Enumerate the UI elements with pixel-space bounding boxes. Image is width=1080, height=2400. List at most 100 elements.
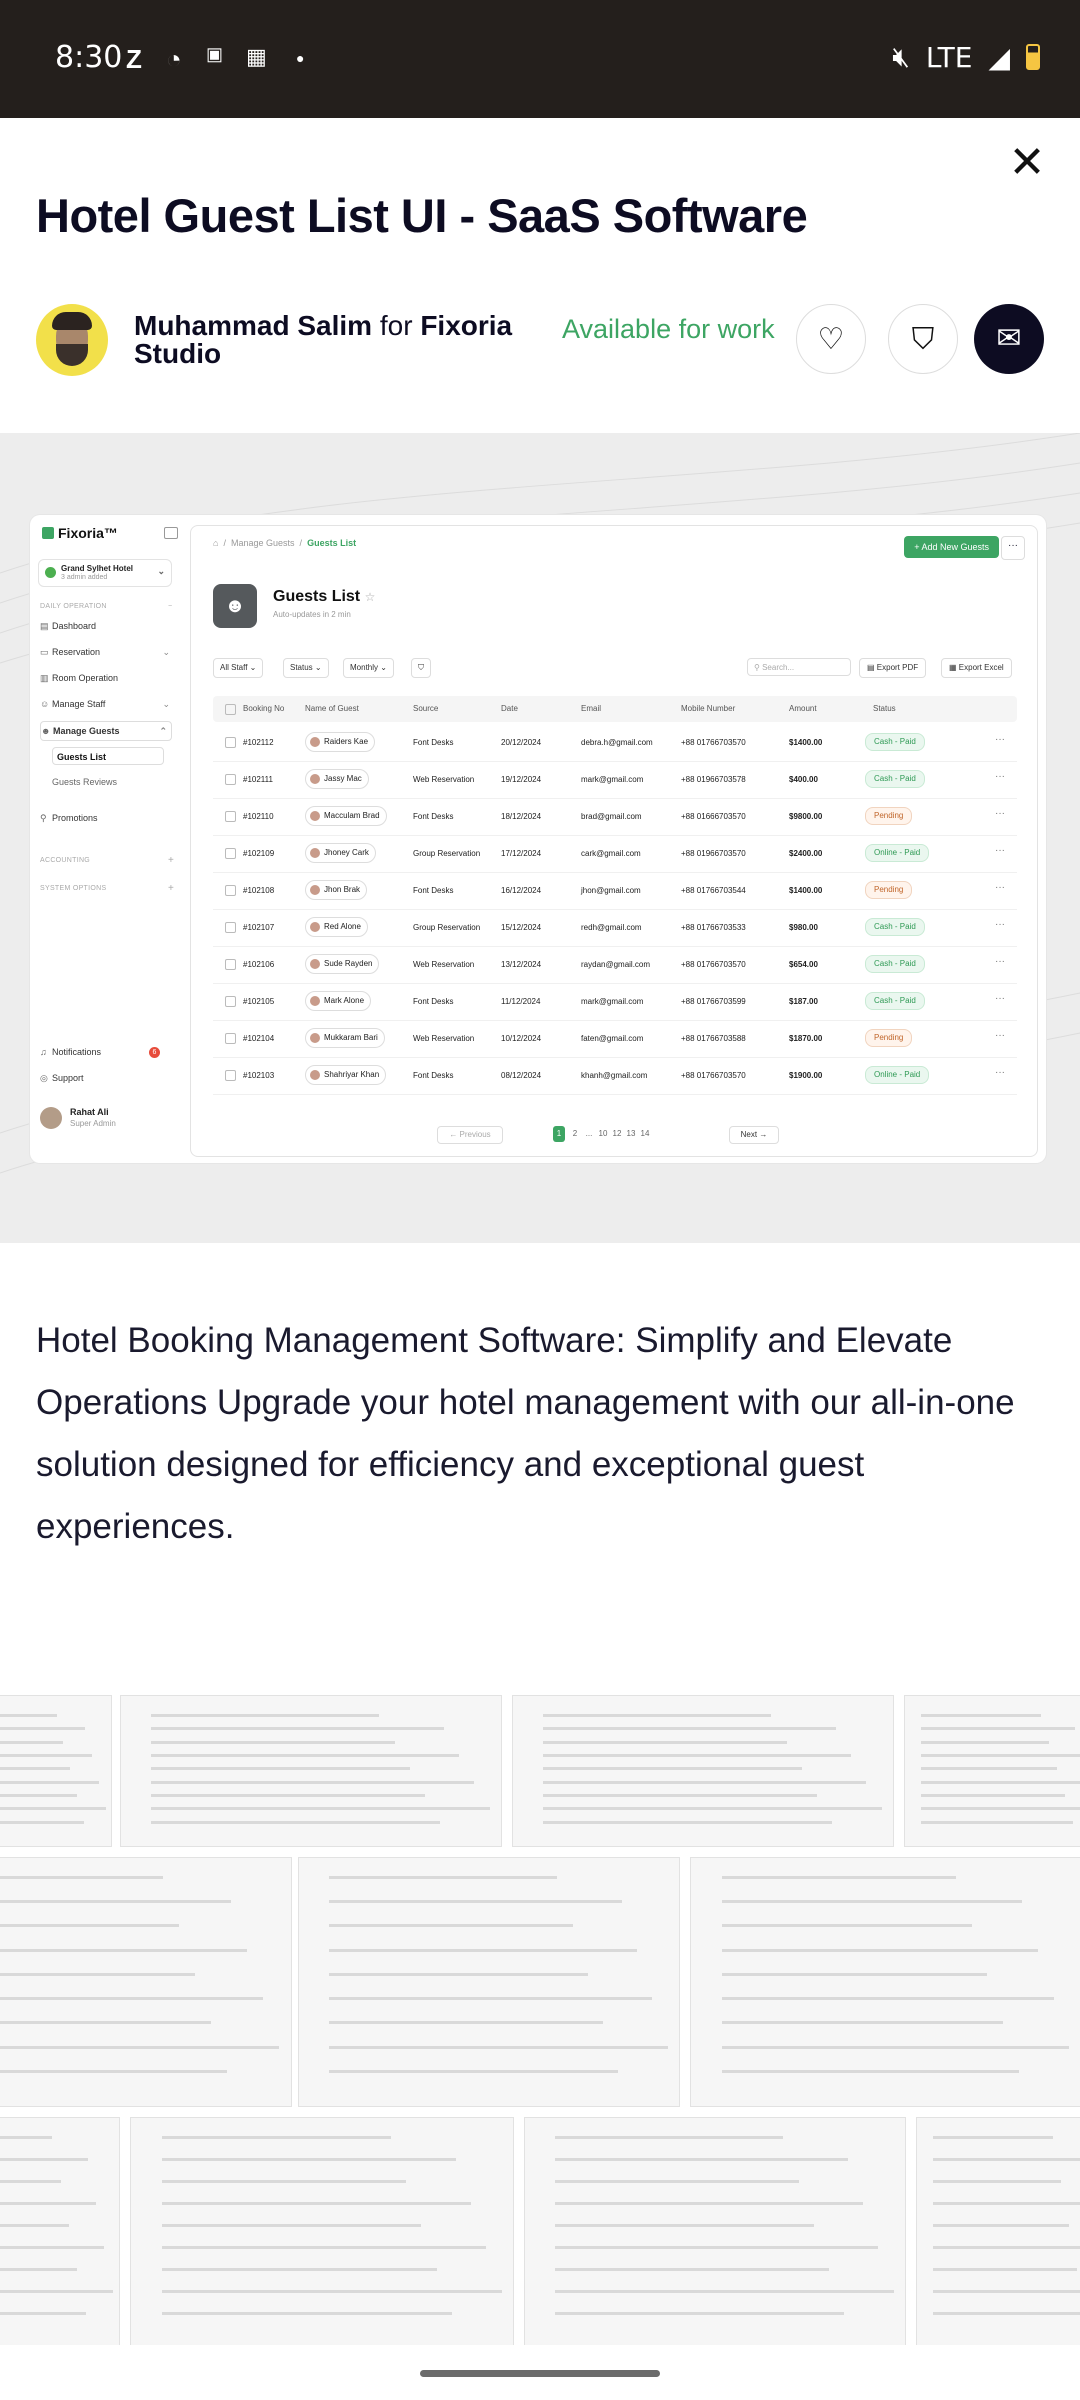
filter-status[interactable]: Status ⌄ [283, 658, 329, 678]
like-button[interactable]: ♡ [796, 304, 866, 374]
table-row[interactable]: #102108 Font Desks 16/12/2024 jhon@gmail.co… [213, 872, 1017, 910]
row-menu-icon[interactable]: ··· [995, 919, 1005, 930]
expand-icon[interactable]: + [168, 855, 174, 866]
row-checkbox[interactable] [225, 1033, 236, 1044]
guest-name-chip[interactable]: Red Alone [305, 917, 368, 937]
row-menu-icon[interactable]: ··· [995, 956, 1005, 967]
page-number[interactable]: 10 [597, 1126, 609, 1142]
page-number[interactable]: 1 [553, 1126, 565, 1142]
guest-avatar [310, 1033, 320, 1043]
gallery-thumbnail[interactable] [0, 1695, 112, 1847]
guest-name-chip[interactable]: Mark Alone [305, 991, 372, 1011]
filter-staff[interactable]: All Staff ⌄ [213, 658, 264, 678]
previous-button[interactable]: ← Previous [437, 1126, 503, 1144]
filter-period[interactable]: Monthly ⌄ [343, 658, 394, 678]
sidebar-item-dashboard[interactable]: ▤ Dashboard [40, 617, 170, 635]
table-row[interactable]: #102112 Font Desks 20/12/2024 debra.h@gmail… [213, 724, 1017, 762]
table-row[interactable]: #102107 Group Reservation 15/12/2024 redh@g… [213, 909, 1017, 947]
guest-name-chip[interactable]: Macculam Brad [305, 806, 387, 826]
gallery-thumbnail[interactable] [0, 1857, 292, 2107]
guest-name-chip[interactable]: Jhon Brak [305, 880, 368, 900]
home-icon[interactable]: ⌂ [213, 538, 218, 548]
row-checkbox[interactable] [225, 922, 236, 933]
guest-name-chip[interactable]: Shahriyar Khan [305, 1065, 387, 1085]
thumbnail-line [0, 1972, 195, 1976]
sidebar-item-promotions[interactable]: ⚲ Promotions [40, 809, 170, 827]
guest-name-chip[interactable]: Mukkaram Bari [305, 1028, 385, 1048]
row-checkbox[interactable] [225, 848, 236, 859]
gallery-thumbnail[interactable] [512, 1695, 894, 1847]
shot-image[interactable]: Fixoria™ Grand Sylhet Hotel 3 admin adde… [0, 433, 1080, 1243]
gallery-thumbnail[interactable] [690, 1857, 1080, 2107]
message-button[interactable]: ✉ [974, 304, 1044, 374]
gallery-thumbnail[interactable] [916, 2117, 1080, 2345]
gallery-thumbnail[interactable] [120, 1695, 502, 1847]
filter-icon[interactable]: ⛉ [411, 658, 431, 678]
guest-name: Mark Alone [324, 996, 365, 1005]
row-checkbox[interactable] [225, 996, 236, 1007]
thumbnail-line [151, 1740, 395, 1744]
page-number[interactable]: 12 [611, 1126, 623, 1142]
export-excel-button[interactable]: ▦ Export Excel [941, 658, 1012, 678]
row-menu-icon[interactable]: ··· [995, 882, 1005, 893]
table-row[interactable]: #102104 Web Reservation 10/12/2024 faten@gm… [213, 1020, 1017, 1058]
row-menu-icon[interactable]: ··· [995, 993, 1005, 1004]
close-icon[interactable]: ✕ [1002, 138, 1052, 188]
guest-name-chip[interactable]: Jhoney Cark [305, 843, 376, 863]
sidebar-toggle-icon[interactable] [164, 527, 178, 539]
logo-icon [42, 527, 54, 539]
page-number[interactable]: 14 [639, 1126, 651, 1142]
table-row[interactable]: #102105 Font Desks 11/12/2024 mark@gmail.co… [213, 983, 1017, 1021]
row-checkbox[interactable] [225, 959, 236, 970]
page-number[interactable]: 2 [569, 1126, 581, 1142]
table-row[interactable]: #102103 Font Desks 08/12/2024 khanh@gmail.c… [213, 1057, 1017, 1095]
save-button[interactable]: ⛉ [888, 304, 958, 374]
row-menu-icon[interactable]: ··· [995, 1067, 1005, 1078]
guest-name-chip[interactable]: Sude Rayden [305, 954, 380, 974]
sidebar-item-manage-guests[interactable]: ☻ Manage Guests ⌃ [40, 721, 172, 741]
row-menu-icon[interactable]: ··· [995, 808, 1005, 819]
author-name[interactable]: Muhammad Salim [134, 310, 372, 341]
export-pdf-button[interactable]: ▤ Export PDF [859, 658, 927, 678]
sidebar-item-room-operation[interactable]: ▥ Room Operation [40, 669, 170, 687]
row-menu-icon[interactable]: ··· [995, 734, 1005, 745]
gallery-thumbnail[interactable] [524, 2117, 906, 2345]
collapse-icon[interactable]: − [168, 603, 172, 610]
more-button[interactable]: ··· [1001, 536, 1025, 560]
gallery-thumbnail[interactable] [298, 1857, 680, 2107]
gallery-thumbnail[interactable] [904, 1695, 1080, 1847]
home-indicator[interactable] [420, 2370, 660, 2377]
guest-name-chip[interactable]: Raiders Kae [305, 732, 376, 752]
table-row[interactable]: #102110 Font Desks 18/12/2024 brad@gmail.co… [213, 798, 1017, 836]
row-checkbox[interactable] [225, 737, 236, 748]
table-row[interactable]: #102111 Web Reservation 19/12/2024 mark@gma… [213, 761, 1017, 799]
table-row[interactable]: #102109 Group Reservation 17/12/2024 cark@g… [213, 835, 1017, 873]
row-menu-icon[interactable]: ··· [995, 1030, 1005, 1041]
expand-icon[interactable]: + [168, 883, 174, 894]
gallery-thumbnail[interactable] [130, 2117, 514, 2345]
select-all-checkbox[interactable] [225, 704, 236, 715]
sidebar-sub-guests-list[interactable]: Guests List [52, 747, 164, 765]
row-checkbox[interactable] [225, 885, 236, 896]
page-number[interactable]: 13 [625, 1126, 637, 1142]
table-row[interactable]: #102106 Web Reservation 13/12/2024 raydan@g… [213, 946, 1017, 984]
author-avatar[interactable] [36, 304, 108, 376]
sidebar-item-notifications[interactable]: ♫ Notifications 6 [40, 1043, 170, 1061]
row-checkbox[interactable] [225, 774, 236, 785]
next-button[interactable]: Next → [729, 1126, 779, 1144]
sidebar-sub-guests-reviews[interactable]: Guests Reviews [52, 773, 164, 791]
search-input[interactable]: ⚲ Search... [747, 658, 851, 676]
breadcrumb-parent[interactable]: Manage Guests [231, 538, 295, 548]
row-menu-icon[interactable]: ··· [995, 771, 1005, 782]
row-checkbox[interactable] [225, 811, 236, 822]
gallery-thumbnail[interactable] [0, 2117, 120, 2345]
add-guest-button[interactable]: + Add New Guests [904, 536, 999, 558]
sidebar-item-support[interactable]: ◎ Support [40, 1069, 170, 1087]
row-menu-icon[interactable]: ··· [995, 845, 1005, 856]
sidebar-item-manage-staff[interactable]: ☺ Manage Staff ⌄ [40, 695, 170, 713]
row-checkbox[interactable] [225, 1070, 236, 1081]
star-icon[interactable]: ☆ [365, 590, 376, 604]
hotel-selector[interactable]: Grand Sylhet Hotel 3 admin added ⌄ [38, 559, 172, 587]
sidebar-item-reservation[interactable]: ▭ Reservation ⌄ [40, 643, 170, 661]
guest-name-chip[interactable]: Jassy Mac [305, 769, 369, 789]
